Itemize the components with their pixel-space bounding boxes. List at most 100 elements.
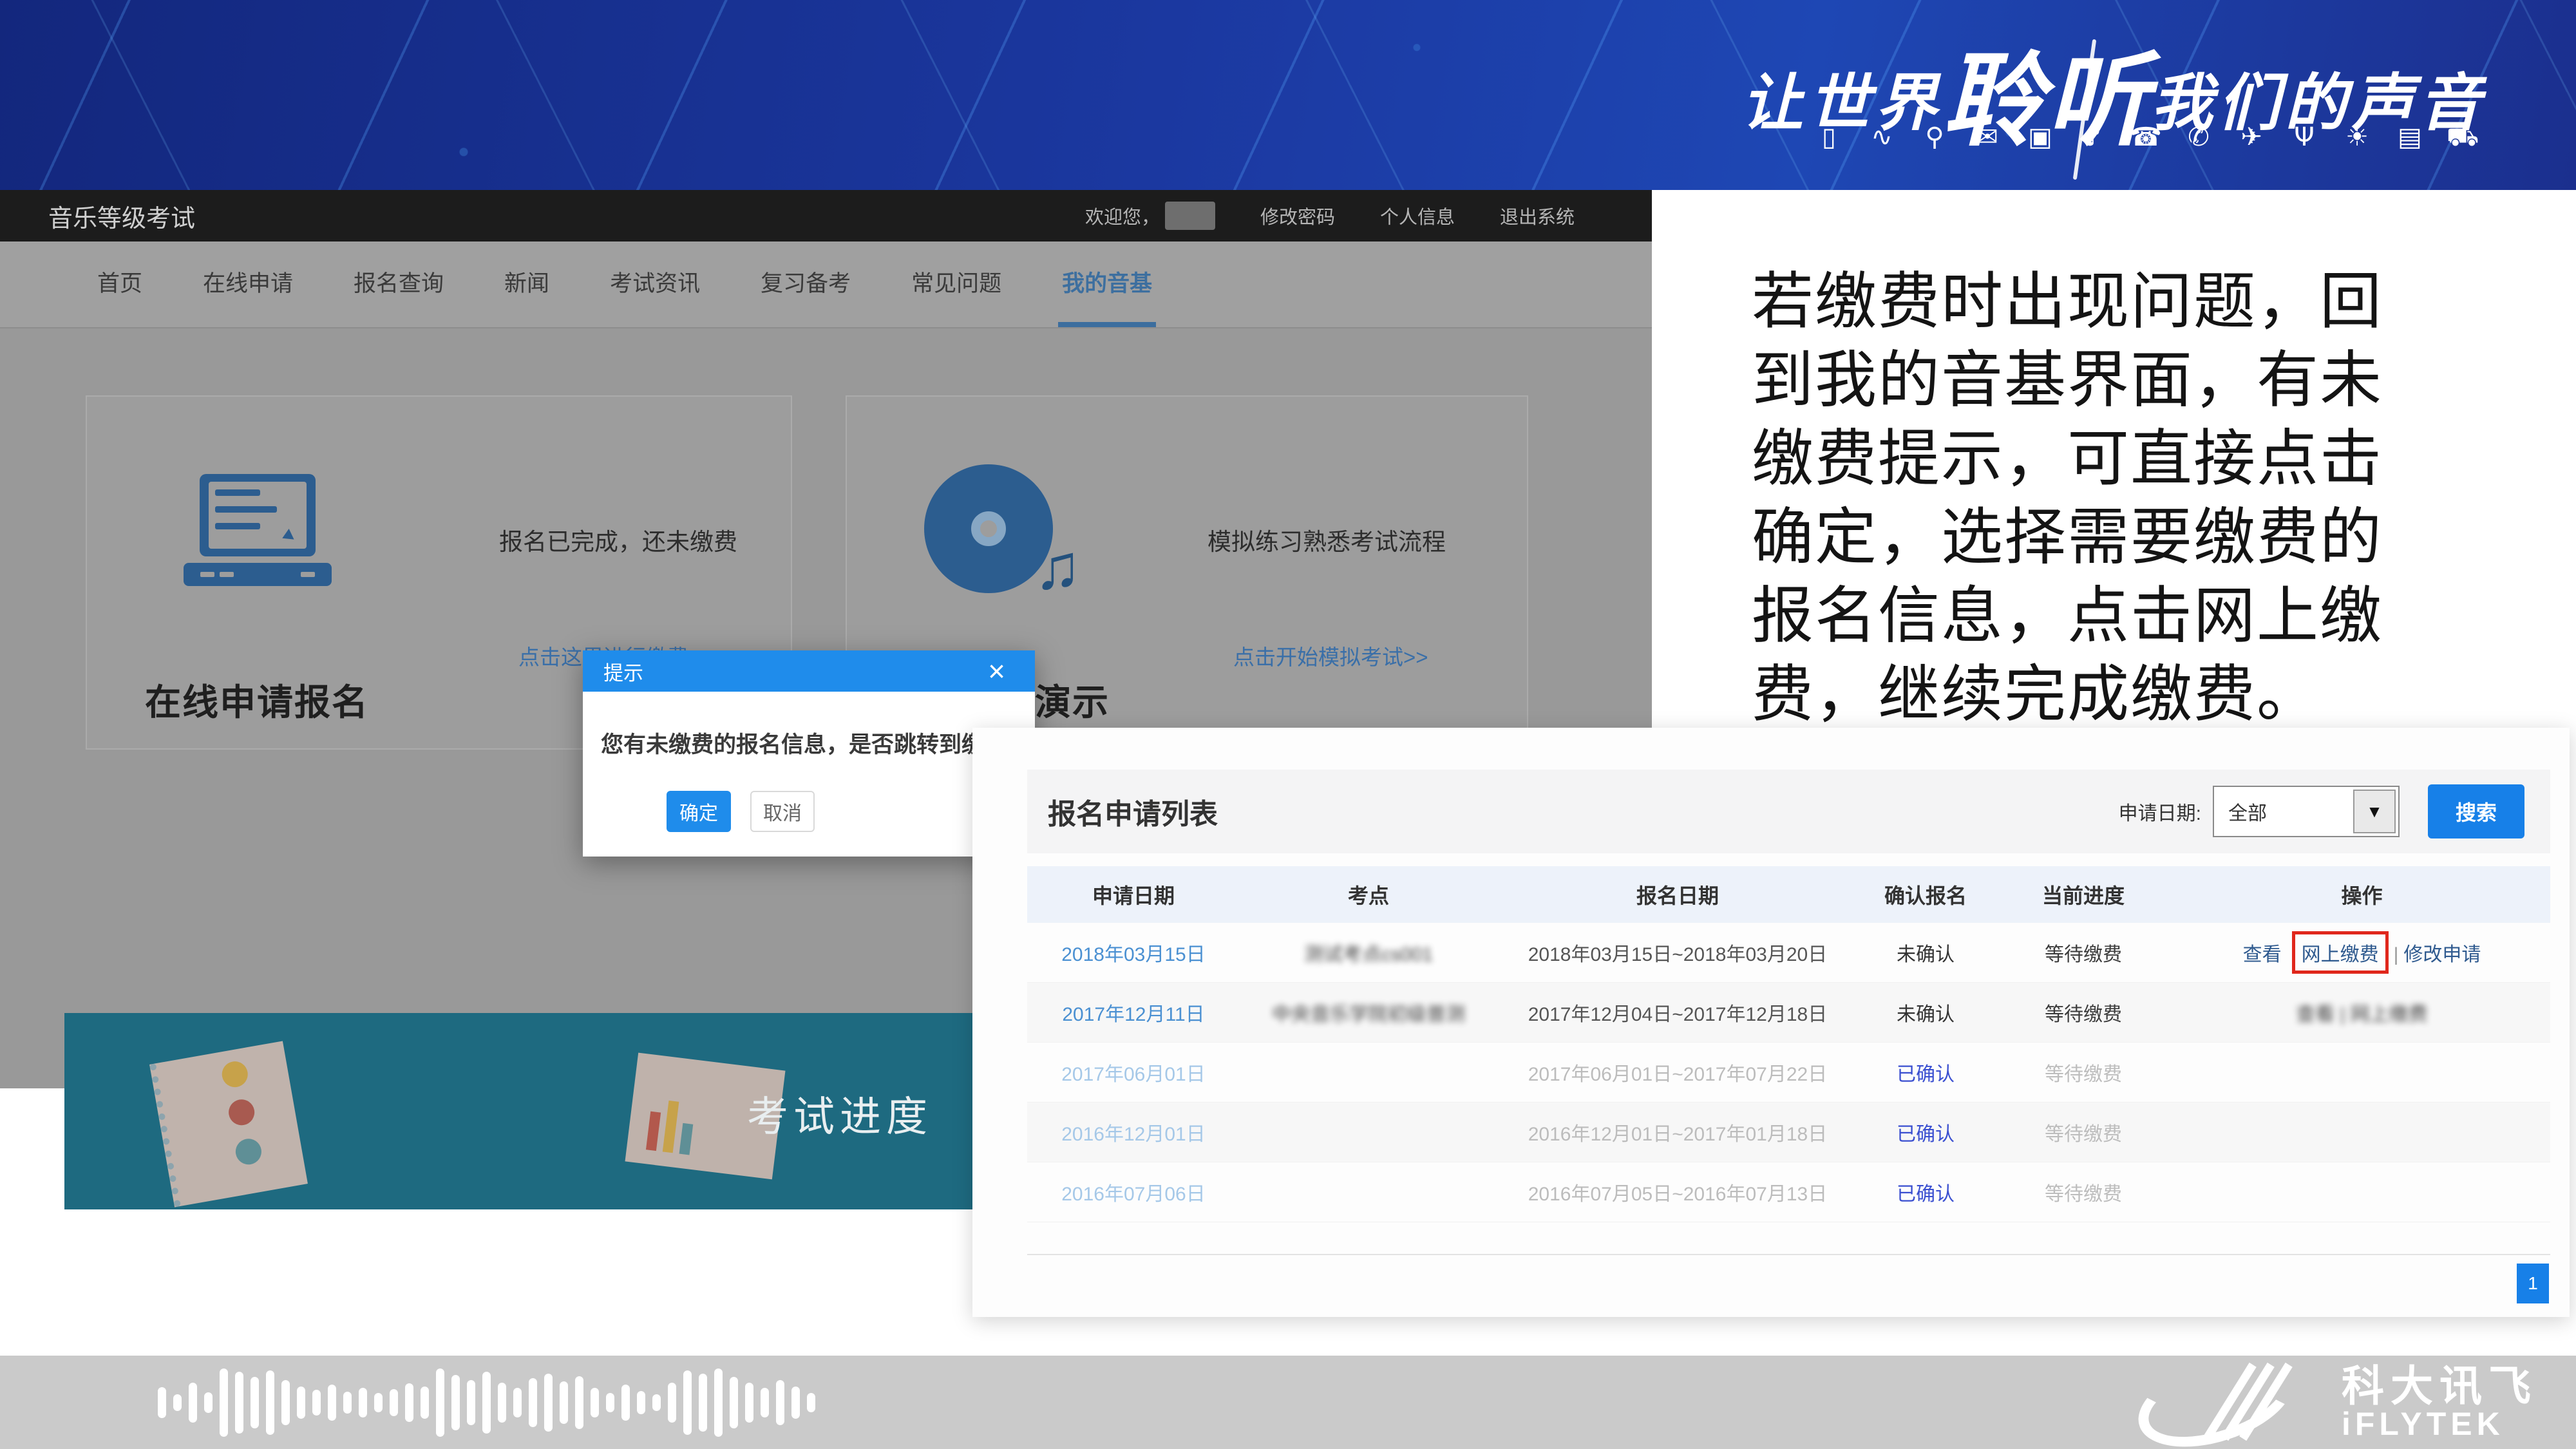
close-icon[interactable]: × xyxy=(988,656,1005,686)
footer-bar: 科大讯飞 iFLYTEK xyxy=(0,1356,2576,1449)
table-row: 2016年12月01日 2016年12月01日~2017年01月18日 已确认 … xyxy=(1027,1103,2550,1162)
registration-period: 2016年12月01日~2017年01月18日 xyxy=(1528,1124,1827,1145)
ok-button[interactable]: 确定 xyxy=(667,791,731,832)
panel-title: 报名申请列表 xyxy=(1048,791,1218,832)
phone-call-icon: ☎ xyxy=(2129,122,2163,155)
venue-redacted: 测试考点cs001 xyxy=(1304,944,1433,965)
start-mock-exam-link[interactable]: 点击开始模拟考试>> xyxy=(1233,640,1428,671)
dialog-buttons: 确定 取消 xyxy=(667,791,815,832)
apply-status-text: 报名已完成，还未缴费 xyxy=(499,522,737,557)
nav-tab-news[interactable]: 新闻 xyxy=(500,242,553,327)
pulse-icon: ∿ xyxy=(1865,122,1899,155)
cart-icon: ▤ xyxy=(2393,122,2427,155)
personal-info-link[interactable]: 个人信息 xyxy=(1380,202,1455,229)
application-table: 申请日期 考点 报名日期 确认报名 当前进度 操作 2018年03月15日 测试… xyxy=(1027,866,2550,1222)
apply-date-select[interactable]: 全部 ▼ xyxy=(2213,786,2400,837)
top-banner: 让世界聆听我们的声音 ▯ ∿ ⚲ ✉ ▣ ♪ ☎ ✆ ✈ Ψ ☀ ▤ ⛟ xyxy=(0,0,2576,190)
search-button[interactable]: 搜索 xyxy=(2428,784,2524,838)
laptop-icon xyxy=(184,474,332,590)
apply-date-link[interactable]: 2017年12月11日 xyxy=(1062,1004,1204,1025)
instruction-text: 若缴费时出现问题，回 到我的音基界面，有未 缴费提示，可直接点击 确定，选择需要… xyxy=(1752,263,2570,734)
table-row: 2017年12月11日 中央音乐学院初级普测 2017年12月04日~2017年… xyxy=(1027,983,2550,1043)
application-list-panel: 报名申请列表 申请日期: 全部 ▼ 搜索 申请日期 考点 报名日期 确认报名 当… xyxy=(972,728,2570,1317)
slide: 让世界聆听我们的声音 ▯ ∿ ⚲ ✉ ▣ ♪ ☎ ✆ ✈ Ψ ☀ ▤ ⛟ 音乐等… xyxy=(0,0,2576,1449)
modify-application-link[interactable]: 修改申请 xyxy=(2403,944,2481,965)
nav-tab-review[interactable]: 复习备考 xyxy=(757,242,855,327)
separator: | xyxy=(2394,944,2399,965)
dialog-title: 提示 xyxy=(603,657,643,686)
payment-prompt-dialog: 提示 × 您有未缴费的报名信息，是否跳转到缴费页 确定 取消 xyxy=(583,650,1035,857)
col-apply-date: 申请日期 xyxy=(1027,866,1240,923)
divider xyxy=(1027,1254,2550,1255)
table-row: 2017年06月01日 2017年06月01日~2017年07月22日 已确认 … xyxy=(1027,1043,2550,1103)
header-links: 欢迎您， 修改密码 个人信息 退出系统 xyxy=(1085,202,1575,230)
pagination-page-1[interactable]: 1 xyxy=(2517,1264,2549,1303)
app-title: 音乐等级考试 xyxy=(48,198,195,234)
actions-redacted: 查看 | 网上缴费 xyxy=(2296,1004,2427,1025)
chat-icon: ✆ xyxy=(2182,122,2215,155)
phone-icon: ▯ xyxy=(1812,122,1846,155)
apply-date-link[interactable]: 2016年07月06日 xyxy=(1061,1184,1205,1205)
online-pay-link-highlighted[interactable]: 网上缴费 xyxy=(2292,931,2389,974)
search-icon: ⚲ xyxy=(1918,122,1951,155)
registration-period: 2017年12月04日~2017年12月18日 xyxy=(1528,1004,1827,1025)
progress-status: 等待缴费 xyxy=(2045,944,2122,965)
apply-date-link[interactable]: 2017年06月01日 xyxy=(1061,1064,1205,1085)
change-password-link[interactable]: 修改密码 xyxy=(1260,202,1335,229)
nav-tab-my-yinji[interactable]: 我的音基 xyxy=(1058,242,1156,327)
col-progress: 当前进度 xyxy=(1993,866,2174,923)
nav-tab-exam-info[interactable]: 考试资讯 xyxy=(606,242,704,327)
nav-tab-faq[interactable]: 常见问题 xyxy=(907,242,1005,327)
audio-waveform-icon xyxy=(158,1367,815,1438)
tv-icon: ▣ xyxy=(2023,122,2057,155)
iflytek-swoosh-icon xyxy=(2129,1361,2322,1444)
select-value: 全部 xyxy=(2228,797,2267,826)
panel-titlebar: 报名申请列表 申请日期: 全部 ▼ 搜索 xyxy=(1027,770,2550,853)
apply-card-title: 在线申请报名 xyxy=(145,674,369,726)
apply-date-link[interactable]: 2016年12月01日 xyxy=(1061,1124,1205,1145)
cancel-button[interactable]: 取消 xyxy=(750,791,815,832)
registration-period: 2017年06月01日~2017年07月22日 xyxy=(1528,1064,1827,1085)
confirm-status[interactable]: 已确认 xyxy=(1897,1184,1955,1205)
table-row: 2016年07月06日 2016年07月05日~2016年07月13日 已确认 … xyxy=(1027,1162,2550,1222)
confirm-status[interactable]: 已确认 xyxy=(1897,1124,1955,1145)
confirm-status: 未确认 xyxy=(1897,1004,1955,1025)
nav-tab-registration-query[interactable]: 报名查询 xyxy=(350,242,448,327)
app-header: 音乐等级考试 欢迎您， 修改密码 个人信息 退出系统 xyxy=(0,190,1652,242)
nav-bar: 首页 在线申请 报名查询 新闻 考试资讯 复习备考 常见问题 我的音基 xyxy=(0,242,1652,328)
confirm-status[interactable]: 已确认 xyxy=(1897,1064,1955,1085)
plane-icon: ✈ xyxy=(2235,122,2268,155)
apply-date-link[interactable]: 2018年03月15日 xyxy=(1061,944,1205,965)
table-header-row: 申请日期 考点 报名日期 确认报名 当前进度 操作 xyxy=(1027,866,2550,923)
venue-redacted: 中央音乐学院初级普测 xyxy=(1272,1004,1465,1025)
progress-status: 等待缴费 xyxy=(2045,1184,2122,1205)
iflytek-wordmark: 科大讯飞 iFLYTEK xyxy=(2342,1365,2537,1441)
iflytek-logo: 科大讯飞 iFLYTEK xyxy=(2129,1361,2537,1444)
notepad-image xyxy=(149,1041,308,1207)
registration-period: 2016年07月05日~2016年07月13日 xyxy=(1528,1184,1827,1205)
chevron-down-icon[interactable]: ▼ xyxy=(2353,790,2396,833)
demo-desc-text: 模拟练习熟悉考试流程 xyxy=(1208,522,1446,557)
col-registration-period: 报名日期 xyxy=(1497,866,1858,923)
col-actions: 操作 xyxy=(2174,866,2550,923)
nav-tab-apply-online[interactable]: 在线申请 xyxy=(199,242,297,327)
microphone-icon: Ψ xyxy=(2287,122,2321,155)
banner-icon-row: ▯ ∿ ⚲ ✉ ▣ ♪ ☎ ✆ ✈ Ψ ☀ ▤ ⛟ xyxy=(1812,122,2479,155)
exam-progress-title: 考试进度 xyxy=(747,1084,933,1143)
fuel-icon: ⛟ xyxy=(2446,122,2479,155)
filter-controls: 申请日期: 全部 ▼ 搜索 xyxy=(2119,784,2524,838)
confirm-status: 未确认 xyxy=(1897,944,1955,965)
col-confirm: 确认报名 xyxy=(1858,866,1993,923)
dialog-message: 您有未缴费的报名信息，是否跳转到缴费页 xyxy=(601,726,1019,759)
music-note-icon: ♪ xyxy=(2076,122,2110,155)
brand-english: iFLYTEK xyxy=(2342,1408,2537,1441)
logout-link[interactable]: 退出系统 xyxy=(1500,202,1575,229)
mail-icon: ✉ xyxy=(1971,122,2004,155)
progress-status: 等待缴费 xyxy=(2045,1124,2122,1145)
nav-tab-home[interactable]: 首页 xyxy=(93,242,146,327)
view-link[interactable]: 查看 xyxy=(2243,944,2282,965)
registration-period: 2018年03月15日~2018年03月20日 xyxy=(1528,944,1827,965)
progress-status: 等待缴费 xyxy=(2045,1004,2122,1025)
filter-label: 申请日期: xyxy=(2119,797,2201,826)
welcome-text: 欢迎您， xyxy=(1085,202,1215,230)
